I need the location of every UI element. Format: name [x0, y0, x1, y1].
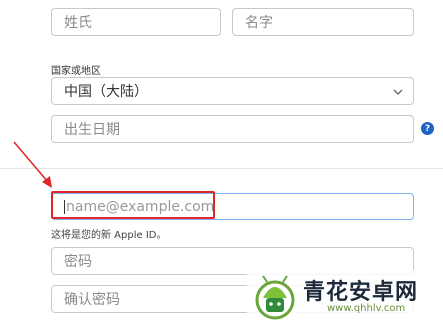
watermark-title: 青花安卓网	[303, 280, 419, 305]
chevron-down-icon	[393, 89, 403, 95]
annotation-highlight-box	[51, 191, 215, 219]
first-name-field[interactable]: 名字	[232, 8, 414, 36]
last-name-field[interactable]: 姓氏	[51, 8, 221, 36]
country-select[interactable]: 中国（大陆）	[51, 77, 414, 105]
confirm-password-placeholder: 确认密码	[64, 292, 120, 308]
watermark: 青花安卓网 www.qhhlv.com	[247, 270, 437, 324]
annotation-arrow-icon	[13, 141, 52, 188]
last-name-placeholder: 姓氏	[64, 15, 92, 31]
first-name-placeholder: 名字	[245, 15, 273, 31]
password-placeholder: 密码	[64, 254, 92, 270]
watermark-logo-icon	[255, 275, 295, 320]
help-icon-symbol: ?	[424, 123, 431, 134]
birthday-placeholder: 出生日期	[64, 122, 120, 138]
birthday-field[interactable]: 出生日期	[51, 115, 414, 143]
country-label: 国家或地区	[51, 66, 101, 77]
country-value: 中国（大陆）	[64, 84, 148, 100]
email-hint: 这将是您的新 Apple ID。	[51, 230, 167, 241]
watermark-url: www.qhhlv.com	[327, 303, 406, 314]
help-icon[interactable]: ?	[421, 122, 434, 135]
